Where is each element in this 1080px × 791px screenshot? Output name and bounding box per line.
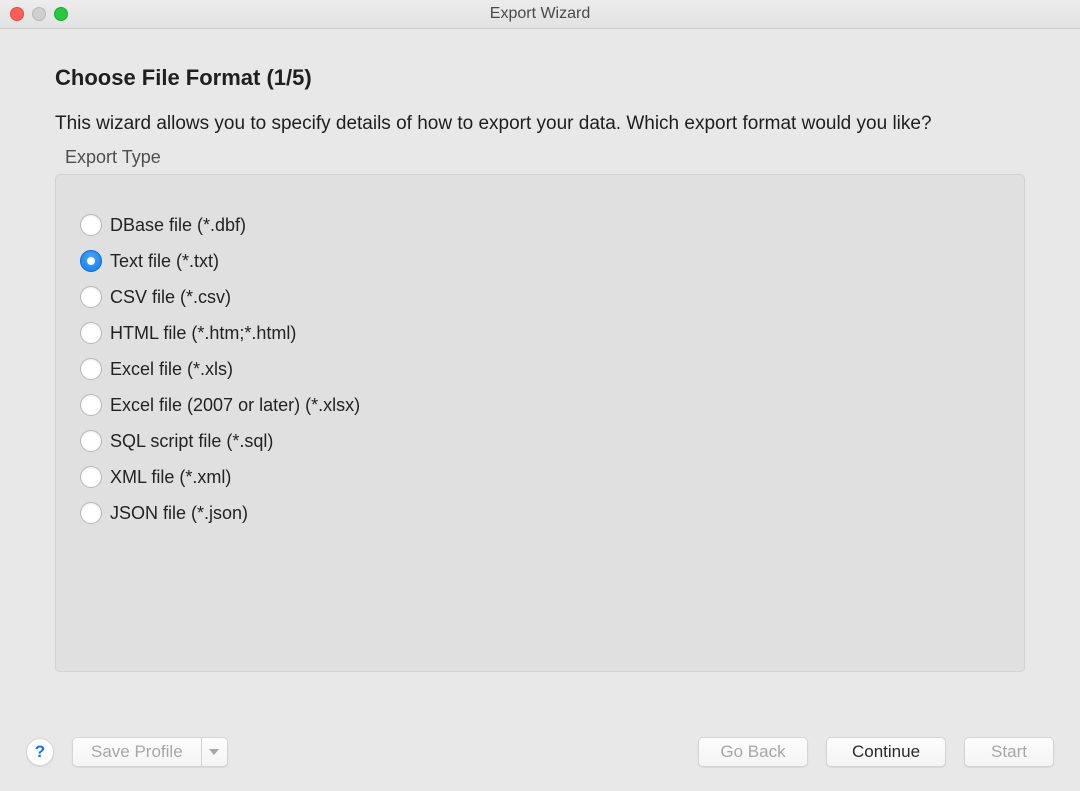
- radio-option-sql[interactable]: SQL script file (*.sql): [80, 423, 1000, 459]
- radio-label: CSV file (*.csv): [110, 287, 231, 308]
- radio-option-html[interactable]: HTML file (*.htm;*.html): [80, 315, 1000, 351]
- zoom-icon[interactable]: [54, 7, 68, 21]
- radio-label: Excel file (*.xls): [110, 359, 233, 380]
- page-heading: Choose File Format (1/5): [55, 65, 1025, 91]
- radio-option-xls[interactable]: Excel file (*.xls): [80, 351, 1000, 387]
- page-description: This wizard allows you to specify detail…: [55, 113, 1025, 135]
- radio-icon: [80, 394, 102, 416]
- radio-option-json[interactable]: JSON file (*.json): [80, 495, 1000, 531]
- radio-label: SQL script file (*.sql): [110, 431, 273, 452]
- radio-icon: [80, 214, 102, 236]
- export-type-panel: DBase file (*.dbf) Text file (*.txt) CSV…: [55, 174, 1025, 672]
- save-profile-dropdown[interactable]: [202, 737, 228, 767]
- radio-label: HTML file (*.htm;*.html): [110, 323, 296, 344]
- close-icon[interactable]: [10, 7, 24, 21]
- radio-icon: [80, 502, 102, 524]
- radio-label: Excel file (2007 or later) (*.xlsx): [110, 395, 360, 416]
- radio-option-text[interactable]: Text file (*.txt): [80, 243, 1000, 279]
- radio-icon: [80, 466, 102, 488]
- save-profile-button[interactable]: Save Profile: [72, 737, 202, 767]
- radio-icon: [80, 430, 102, 452]
- radio-option-xlsx[interactable]: Excel file (2007 or later) (*.xlsx): [80, 387, 1000, 423]
- window-controls: [10, 7, 68, 21]
- radio-option-dbase[interactable]: DBase file (*.dbf): [80, 207, 1000, 243]
- chevron-down-icon: [209, 749, 219, 755]
- go-back-button[interactable]: Go Back: [698, 737, 808, 767]
- wizard-content: Choose File Format (1/5) This wizard all…: [0, 29, 1080, 672]
- radio-label: JSON file (*.json): [110, 503, 248, 524]
- radio-option-csv[interactable]: CSV file (*.csv): [80, 279, 1000, 315]
- radio-icon: [80, 358, 102, 380]
- titlebar: Export Wizard: [0, 0, 1080, 29]
- radio-icon: [80, 250, 102, 272]
- minimize-icon: [32, 7, 46, 21]
- radio-icon: [80, 322, 102, 344]
- radio-option-xml[interactable]: XML file (*.xml): [80, 459, 1000, 495]
- radio-label: XML file (*.xml): [110, 467, 231, 488]
- save-profile-group: Save Profile: [72, 737, 228, 767]
- window-title: Export Wizard: [490, 5, 590, 23]
- continue-button[interactable]: Continue: [826, 737, 946, 767]
- radio-icon: [80, 286, 102, 308]
- export-type-label: Export Type: [65, 147, 1025, 168]
- radio-label: DBase file (*.dbf): [110, 215, 246, 236]
- help-button[interactable]: ?: [26, 738, 54, 766]
- start-button[interactable]: Start: [964, 737, 1054, 767]
- radio-label: Text file (*.txt): [110, 251, 219, 272]
- wizard-footer: ? Save Profile Go Back Continue Start: [0, 719, 1080, 791]
